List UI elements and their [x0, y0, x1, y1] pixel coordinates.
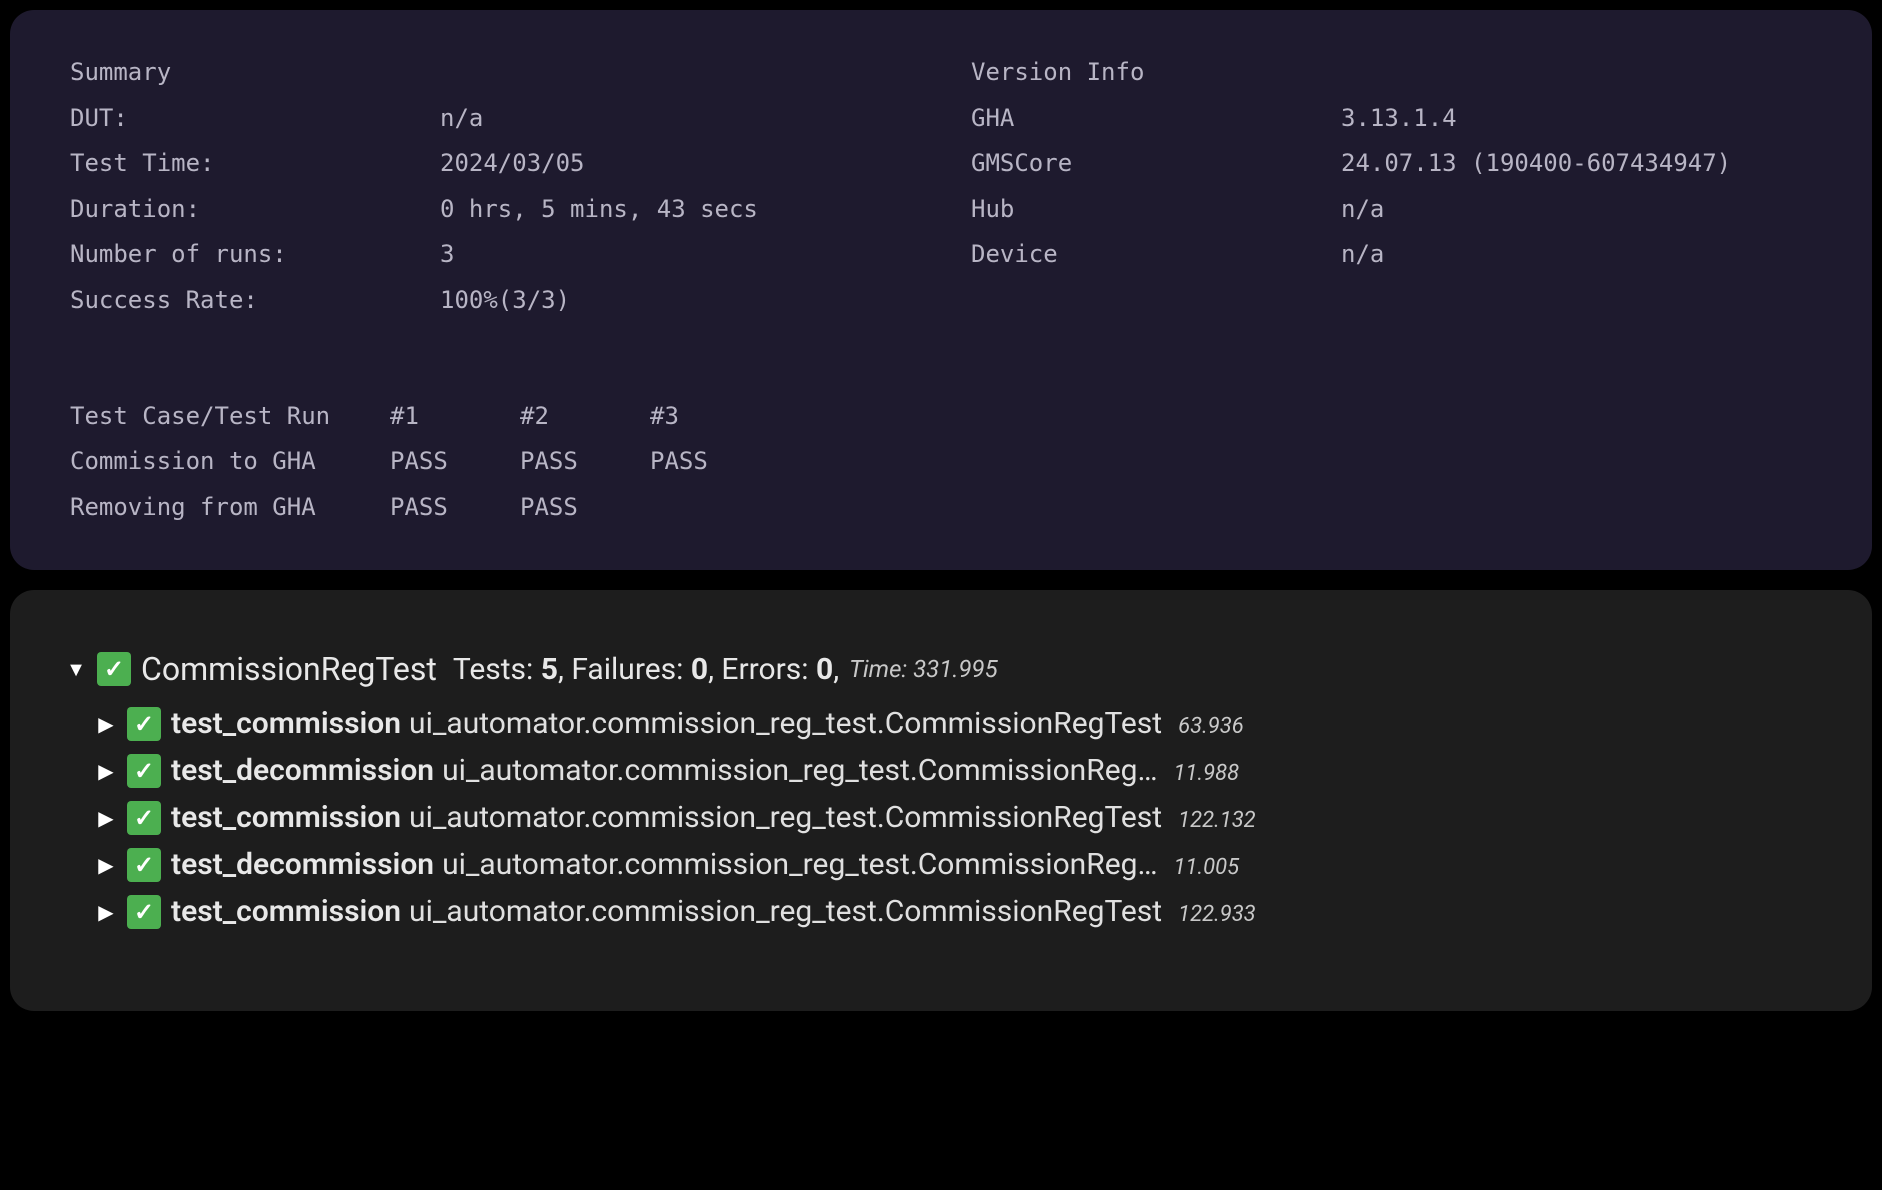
suite-stats: Tests: 5, Failures: 0, Errors: 0,: [453, 652, 839, 687]
check-icon: ✓: [97, 652, 131, 686]
runs-cell: [650, 485, 780, 531]
version-label: GMSCore: [971, 141, 1341, 187]
expand-icon[interactable]: ▶: [95, 759, 117, 783]
version-label: Hub: [971, 187, 1341, 233]
test-row[interactable]: ▶ ✓ test_commission ui_automator.commiss…: [95, 800, 1817, 835]
check-icon: ✓: [127, 707, 161, 741]
check-icon: ✓: [127, 754, 161, 788]
test-class: ui_automator.commission_reg_test.Commiss…: [442, 847, 1158, 882]
test-class: ui_automator.commission_reg_test.Commiss…: [409, 706, 1162, 741]
results-panel: ▼ ✓ CommissionRegTest Tests: 5, Failures…: [10, 590, 1872, 1011]
runs-cell: PASS: [390, 485, 520, 531]
summary-value: 0 hrs, 5 mins, 43 secs: [440, 187, 911, 233]
test-name: test_commission: [171, 800, 401, 835]
summary-heading: Summary: [70, 50, 911, 96]
summary-row: Success Rate: 100%(3/3): [70, 278, 911, 324]
summary-label: Number of runs:: [70, 232, 440, 278]
summary-row: Duration: 0 hrs, 5 mins, 43 secs: [70, 187, 911, 233]
runs-cell: PASS: [520, 439, 650, 485]
failures-label: Failures:: [571, 652, 683, 687]
test-row[interactable]: ▶ ✓ test_commission ui_automator.commiss…: [95, 894, 1817, 929]
version-heading: Version Info: [971, 50, 1812, 96]
test-row[interactable]: ▶ ✓ test_decommission ui_automator.commi…: [95, 753, 1817, 788]
check-icon: ✓: [127, 848, 161, 882]
version-value: 3.13.1.4: [1341, 96, 1812, 142]
runs-cell: PASS: [390, 439, 520, 485]
summary-label: DUT:: [70, 96, 440, 142]
tests-label: Tests:: [453, 652, 533, 687]
runs-header-name: Test Case/Test Run: [70, 394, 390, 440]
check-icon: ✓: [127, 801, 161, 835]
test-row[interactable]: ▶ ✓ test_decommission ui_automator.commi…: [95, 847, 1817, 882]
runs-header-col: #2: [520, 394, 650, 440]
expand-icon[interactable]: ▶: [95, 853, 117, 877]
runs-row-name: Removing from GHA: [70, 485, 390, 531]
test-time: 122.132: [1178, 808, 1256, 833]
version-value: 24.07.13 (190400-607434947): [1341, 141, 1812, 187]
runs-table: Test Case/Test Run #1 #2 #3 Commission t…: [70, 394, 1812, 531]
tests-count: 5: [541, 652, 558, 687]
summary-row: DUT: n/a: [70, 96, 911, 142]
summary-row: Test Time: 2024/03/05: [70, 141, 911, 187]
summary-label: Success Rate:: [70, 278, 440, 324]
test-class: ui_automator.commission_reg_test.Commiss…: [442, 753, 1158, 788]
test-name: test_decommission: [171, 847, 434, 882]
version-label: GHA: [971, 96, 1341, 142]
runs-row: Commission to GHA PASS PASS PASS: [70, 439, 1812, 485]
version-row: GMSCore 24.07.13 (190400-607434947): [971, 141, 1812, 187]
check-icon: ✓: [127, 895, 161, 929]
summary-value: 100%(3/3): [440, 278, 911, 324]
collapse-icon[interactable]: ▼: [65, 657, 87, 682]
summary-value: 2024/03/05: [440, 141, 911, 187]
version-column: Version Info GHA 3.13.1.4 GMSCore 24.07.…: [971, 50, 1812, 324]
version-row: GHA 3.13.1.4: [971, 96, 1812, 142]
test-name: test_commission: [171, 894, 401, 929]
errors-label: Errors:: [721, 652, 808, 687]
test-class: ui_automator.commission_reg_test.Commiss…: [409, 894, 1162, 929]
summary-value: 3: [440, 232, 911, 278]
runs-row: Removing from GHA PASS PASS: [70, 485, 1812, 531]
summary-panel: Summary DUT: n/a Test Time: 2024/03/05 D…: [10, 10, 1872, 570]
version-row: Device n/a: [971, 232, 1812, 278]
test-time: 63.936: [1178, 714, 1244, 739]
test-class: ui_automator.commission_reg_test.Commiss…: [409, 800, 1162, 835]
test-time: 11.005: [1174, 855, 1240, 880]
test-name: test_decommission: [171, 753, 434, 788]
suite-time: Time: 331.995: [849, 655, 998, 683]
summary-label: Test Time:: [70, 141, 440, 187]
runs-header-col: #3: [650, 394, 780, 440]
errors-count: 0: [816, 652, 833, 687]
suite-name: CommissionRegTest: [141, 650, 437, 688]
summary-row: Number of runs: 3: [70, 232, 911, 278]
version-label: Device: [971, 232, 1341, 278]
version-value: n/a: [1341, 232, 1812, 278]
runs-cell: PASS: [520, 485, 650, 531]
expand-icon[interactable]: ▶: [95, 806, 117, 830]
summary-value: n/a: [440, 96, 911, 142]
test-name: test_commission: [171, 706, 401, 741]
runs-header-col: #1: [390, 394, 520, 440]
runs-header: Test Case/Test Run #1 #2 #3: [70, 394, 1812, 440]
version-row: Hub n/a: [971, 187, 1812, 233]
suite-row[interactable]: ▼ ✓ CommissionRegTest Tests: 5, Failures…: [65, 650, 1817, 688]
expand-icon[interactable]: ▶: [95, 900, 117, 924]
runs-cell: PASS: [650, 439, 780, 485]
failures-count: 0: [691, 652, 708, 687]
expand-icon[interactable]: ▶: [95, 712, 117, 736]
test-row[interactable]: ▶ ✓ test_commission ui_automator.commiss…: [95, 706, 1817, 741]
test-time: 122.933: [1178, 902, 1256, 927]
summary-label: Duration:: [70, 187, 440, 233]
summary-column: Summary DUT: n/a Test Time: 2024/03/05 D…: [70, 50, 911, 324]
runs-row-name: Commission to GHA: [70, 439, 390, 485]
version-value: n/a: [1341, 187, 1812, 233]
test-time: 11.988: [1174, 761, 1240, 786]
